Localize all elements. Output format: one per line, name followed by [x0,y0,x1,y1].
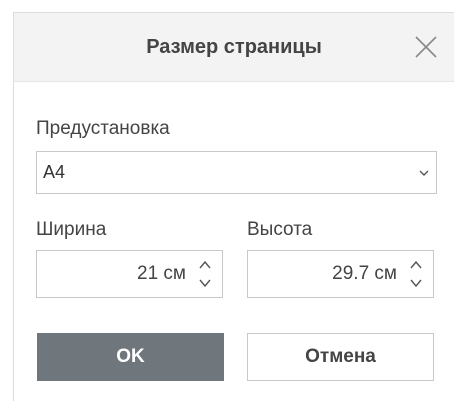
preset-value: A4 [43,162,66,182]
height-stepper [407,257,425,291]
preset-select[interactable]: A4 [36,151,437,194]
chevron-down-icon [199,279,211,288]
width-field[interactable]: 21 см [36,250,223,298]
page-size-dialog: Размер страницы Предустановка A4 Ширина … [0,0,454,401]
preset-label: Предустановка [36,118,170,139]
chevron-up-icon [199,260,211,269]
height-label: Высота [247,219,313,240]
height-field[interactable]: 29.7 см [247,250,434,298]
ok-button[interactable]: OK [37,333,224,381]
width-increment-button[interactable] [196,257,214,273]
width-stepper [196,257,214,291]
cancel-button[interactable]: Отмена [247,333,434,381]
chevron-up-icon [410,260,422,269]
width-label: Ширина [36,219,107,240]
height-value: 29.7 см [332,263,397,284]
chevron-down-icon [419,170,429,176]
dialog-header: Размер страницы [13,12,454,82]
chevron-down-icon [410,279,422,288]
height-decrement-button[interactable] [407,275,425,291]
close-button[interactable] [413,34,439,60]
width-value: 21 см [137,263,186,284]
width-decrement-button[interactable] [196,275,214,291]
height-increment-button[interactable] [407,257,425,273]
dialog-title: Размер страницы [146,36,322,58]
close-icon [415,36,437,58]
